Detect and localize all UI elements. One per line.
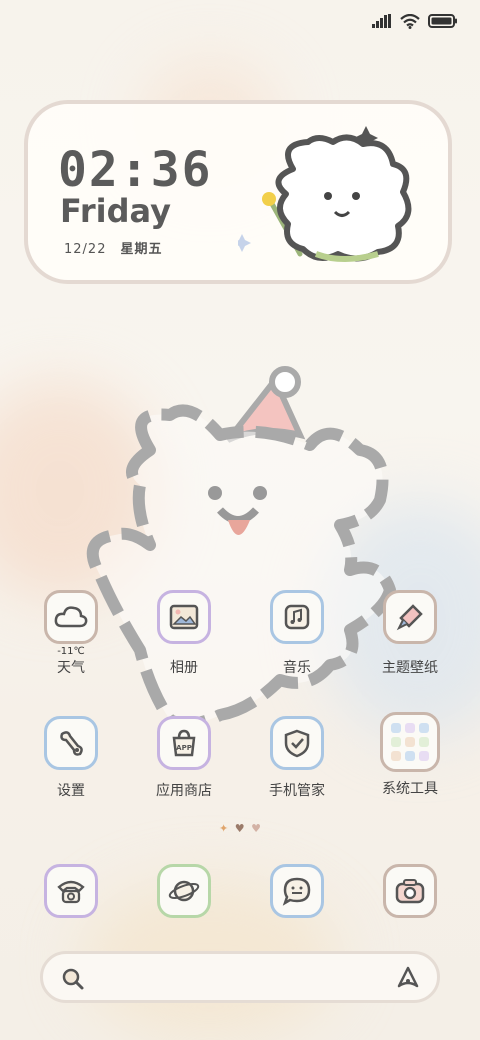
app-security[interactable]: 手机管家 <box>247 716 347 800</box>
status-bar <box>372 8 458 34</box>
clock-widget[interactable]: 02:36 Friday 12/22 星期五 <box>24 100 452 284</box>
dock-browser[interactable] <box>134 864 234 918</box>
app-store-icon: APP <box>157 716 211 770</box>
app-label: 音乐 <box>283 660 311 676</box>
clock-date: 12/22 星期五 <box>64 238 162 257</box>
app-label: 应用商店 <box>156 783 212 799</box>
folder-icon <box>380 712 440 772</box>
dock-phone[interactable] <box>21 864 121 918</box>
page-indicator: ✦ ♥ ♥ <box>0 822 480 835</box>
dock-camera[interactable] <box>360 864 460 918</box>
app-store[interactable]: APP 应用商店 <box>134 716 234 800</box>
app-music[interactable]: 音乐 <box>247 590 347 677</box>
signal-icon <box>372 14 391 28</box>
date-value: 12/22 <box>64 242 107 257</box>
app-weather[interactable]: -11℃ 天气 <box>21 590 121 677</box>
app-gallery[interactable]: 相册 <box>134 590 234 677</box>
browser-icon <box>157 864 211 918</box>
search-bar[interactable] <box>40 951 440 1003</box>
app-system-tools[interactable]: 系统工具 <box>360 712 460 798</box>
camera-icon <box>383 864 437 918</box>
clock-day: Friday <box>60 192 171 230</box>
svg-text:APP: APP <box>176 744 192 752</box>
bear-wallpaper-illustration <box>86 366 396 730</box>
app-label: 天气 <box>57 660 85 676</box>
app-label: 系统工具 <box>382 781 438 797</box>
search-icon <box>62 968 84 990</box>
wifi-icon <box>400 13 420 29</box>
shield-icon <box>270 716 324 770</box>
weather-temp: -11℃ <box>57 646 85 657</box>
page-dot-heart: ♥ <box>234 822 245 835</box>
page-dot-heart: ♥ <box>251 822 261 835</box>
assistant-icon[interactable] <box>397 966 419 990</box>
app-settings[interactable]: 设置 <box>21 716 121 800</box>
message-icon <box>270 864 324 918</box>
dock-messages[interactable] <box>247 864 347 918</box>
app-label: 相册 <box>170 660 198 676</box>
cloud-icon <box>44 590 98 644</box>
app-label: 主题壁纸 <box>382 660 438 676</box>
music-icon <box>270 590 324 644</box>
battery-icon <box>428 14 457 28</box>
puppy-illustration <box>238 126 412 262</box>
photo-icon <box>157 590 211 644</box>
wrench-icon <box>44 716 98 770</box>
app-label: 手机管家 <box>269 783 325 799</box>
phone-icon <box>44 864 98 918</box>
weekday-label: 星期五 <box>120 242 163 257</box>
app-label: 设置 <box>57 783 85 799</box>
clock-time: 02:36 <box>58 142 213 198</box>
app-themes[interactable]: 主题壁纸 <box>360 590 460 677</box>
paint-brush-icon <box>383 590 437 644</box>
page-dot-star: ✦ <box>219 822 229 835</box>
